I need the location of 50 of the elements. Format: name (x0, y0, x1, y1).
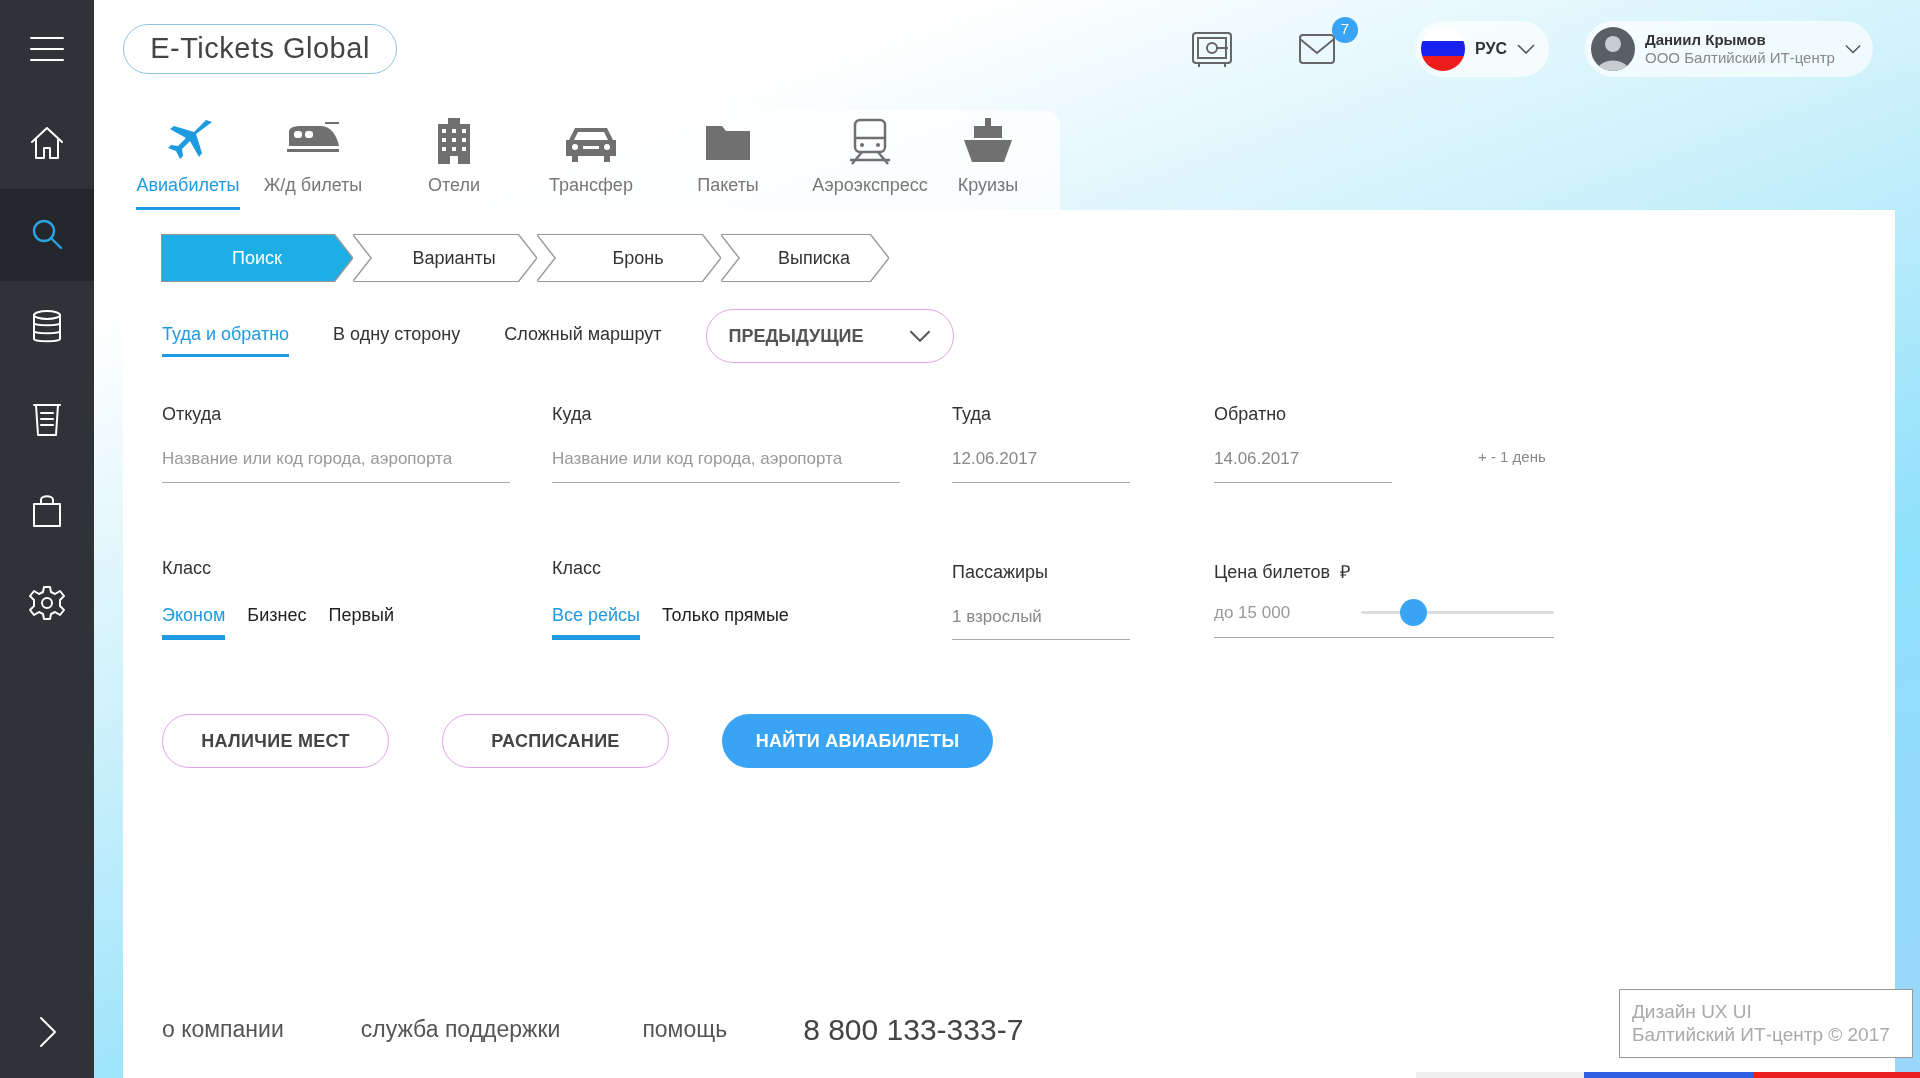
price-value: до 15 000 (1214, 601, 1292, 624)
user-name: Даниил Крымов (1645, 30, 1767, 49)
service-tab[interactable]: Ж/д билеты (240, 110, 386, 210)
slider-thumb[interactable] (1400, 598, 1428, 626)
service-tab[interactable]: Отели (386, 110, 522, 210)
input-field[interactable]: 12.06.2017 (952, 442, 1130, 483)
option-tab[interactable]: Только прямые (662, 595, 789, 640)
footer-link[interactable]: служба поддержки (360, 1012, 561, 1047)
footer-link[interactable]: о компании (162, 1012, 284, 1047)
field-label: Пассажиры (952, 560, 1049, 584)
credit-text: Дизайн UX UI (1632, 999, 1753, 1024)
field-label: Обратно (1214, 403, 1288, 426)
action-button[interactable]: РАСПИСАНИЕ (442, 714, 669, 768)
service-tab[interactable]: Трансфер (522, 110, 660, 210)
trip-type-tab[interactable]: В одну сторону (333, 315, 461, 357)
company-name: ООО Балтийский ИТ-центр (1645, 48, 1835, 67)
action-button[interactable]: НАЛИЧИЕ МЕСТ (162, 714, 389, 768)
input-field[interactable]: 1 взрослый (952, 599, 1130, 640)
caret-icon (908, 330, 931, 342)
previous-dropdown[interactable]: ПРЕДЫДУЩИЕ (705, 309, 954, 363)
language-selector[interactable]: РУС (1415, 20, 1549, 77)
field-label: Туда (952, 403, 992, 426)
option-tab[interactable]: Бизнес (247, 595, 307, 640)
field-label: Класс (552, 556, 602, 580)
caret-icon (1844, 43, 1861, 54)
avatar (1591, 26, 1635, 71)
phone-number: 8 800 133-333-7 (803, 1012, 1024, 1048)
input-field[interactable]: Название или код города, аэропорта (552, 442, 900, 483)
service-tab[interactable]: Круизы (944, 110, 1032, 210)
logo: E-Tickets Global (123, 23, 397, 74)
input-field[interactable]: Название или код города, аэропорта (162, 442, 510, 483)
russia-flag-icon (1421, 26, 1465, 71)
footer-link[interactable]: помощь (642, 1012, 728, 1047)
field-label: Класс (162, 556, 212, 580)
settings-icon (27, 583, 67, 623)
field-label: Цена билетов (1214, 560, 1331, 584)
credit-text: Балтийский ИТ-центр © 2017 (1632, 1023, 1891, 1047)
service-tab[interactable]: Аэроэкспресс (796, 110, 944, 210)
notification-badge: 7 (1332, 16, 1358, 43)
trip-type-tab[interactable]: Сложный маршрут (504, 315, 662, 357)
field-label: Откуда (162, 403, 223, 426)
caret-icon (1516, 43, 1535, 54)
language-label: РУС (1475, 38, 1507, 59)
option-tab[interactable]: Первый (328, 595, 394, 640)
date-range-hint: + - 1 день (1478, 447, 1546, 467)
field-label: Куда (552, 403, 593, 426)
input-field[interactable]: 14.06.2017 (1214, 442, 1392, 483)
user-menu[interactable]: Даниил Крымов ООО Балтийский ИТ-центр (1585, 20, 1873, 77)
service-tab[interactable]: Пакеты (660, 110, 796, 210)
currency-sign: ₽ (1340, 560, 1351, 584)
